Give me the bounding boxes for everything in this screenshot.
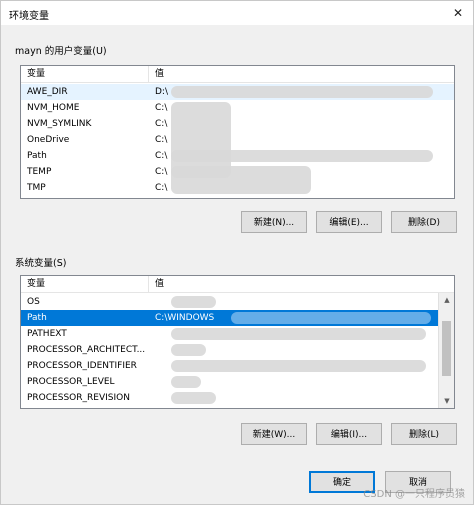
- var-name: PROCESSOR_IDENTIFIER: [27, 361, 137, 371]
- user-edit-button[interactable]: 编辑(E)...: [316, 211, 382, 233]
- system-edit-button[interactable]: 编辑(I)...: [316, 423, 382, 445]
- system-list-header: 变量 值: [21, 276, 454, 293]
- list-item[interactable]: PROCESSOR_REVISION: [21, 390, 454, 406]
- var-name: Path: [27, 313, 47, 323]
- var-name: PROCESSOR_ARCHITECT...: [27, 345, 146, 355]
- var-name: PROCESSOR_LEVEL: [27, 377, 115, 387]
- user-vars-label: mayn 的用户变量(U): [15, 46, 107, 57]
- var-name: OneDrive: [27, 135, 70, 145]
- user-delete-button[interactable]: 删除(D): [391, 211, 457, 233]
- user-list-header: 变量 值: [21, 66, 454, 83]
- var-name: TEMP: [27, 167, 52, 177]
- scroll-down-icon[interactable]: ▼: [439, 394, 454, 408]
- column-header-variable[interactable]: 变量: [21, 276, 149, 293]
- system-vars-label: 系统变量(S): [15, 258, 67, 269]
- user-new-button[interactable]: 新建(N)...: [241, 211, 307, 233]
- list-item[interactable]: NVM_SYMLINK C:\: [21, 116, 454, 132]
- redaction-blur: [171, 344, 206, 356]
- redaction-blur: [171, 328, 426, 340]
- scroll-thumb[interactable]: [442, 321, 451, 376]
- redaction-blur: [171, 150, 433, 162]
- redaction-blur: [231, 312, 431, 324]
- system-list-scrollbar[interactable]: ▲ ▼: [438, 293, 454, 408]
- var-name: AWE_DIR: [27, 87, 68, 97]
- column-header-variable[interactable]: 变量: [21, 66, 149, 83]
- var-name: PATHEXT: [27, 329, 67, 339]
- system-new-button[interactable]: 新建(W)...: [241, 423, 307, 445]
- redaction-blur: [171, 296, 216, 308]
- redaction-blur: [171, 392, 216, 404]
- list-item[interactable]: NVM_HOME C:\: [21, 100, 454, 116]
- column-header-value[interactable]: 值: [149, 66, 439, 83]
- list-item[interactable]: OneDrive C:\: [21, 132, 454, 148]
- title-bar: 环境变量 ✕: [1, 1, 473, 25]
- var-name: TMP: [27, 183, 46, 193]
- scroll-up-icon[interactable]: ▲: [439, 293, 454, 307]
- redaction-blur: [171, 86, 433, 98]
- redaction-blur: [171, 360, 426, 372]
- list-item[interactable]: OS: [21, 294, 454, 310]
- list-item[interactable]: PROCESSOR_ARCHITECT...: [21, 342, 454, 358]
- system-delete-button[interactable]: 删除(L): [391, 423, 457, 445]
- redaction-blur: [171, 376, 201, 388]
- var-name: PROCESSOR_REVISION: [27, 393, 130, 403]
- env-vars-dialog: 环境变量 ✕ mayn 的用户变量(U) 变量 值 AWE_DIR D:\ NV…: [0, 0, 474, 505]
- user-vars-list[interactable]: 变量 值 AWE_DIR D:\ NVM_HOME C:\ NVM_SYMLIN…: [20, 65, 455, 199]
- column-header-value[interactable]: 值: [149, 276, 439, 293]
- close-icon[interactable]: ✕: [449, 4, 467, 22]
- dialog-title: 环境变量: [9, 11, 49, 22]
- var-name: OS: [27, 297, 40, 307]
- system-vars-list[interactable]: 变量 值 OS Path C:\WINDOWS PATHEXT PROCESSO…: [20, 275, 455, 409]
- watermark-text: CSDN @一只程序员猿: [363, 489, 465, 500]
- var-name: NVM_SYMLINK: [27, 119, 92, 129]
- var-name: NVM_HOME: [27, 103, 80, 113]
- redaction-blur: [171, 166, 311, 194]
- list-item[interactable]: PROCESSOR_LEVEL: [21, 374, 454, 390]
- var-name: Path: [27, 151, 47, 161]
